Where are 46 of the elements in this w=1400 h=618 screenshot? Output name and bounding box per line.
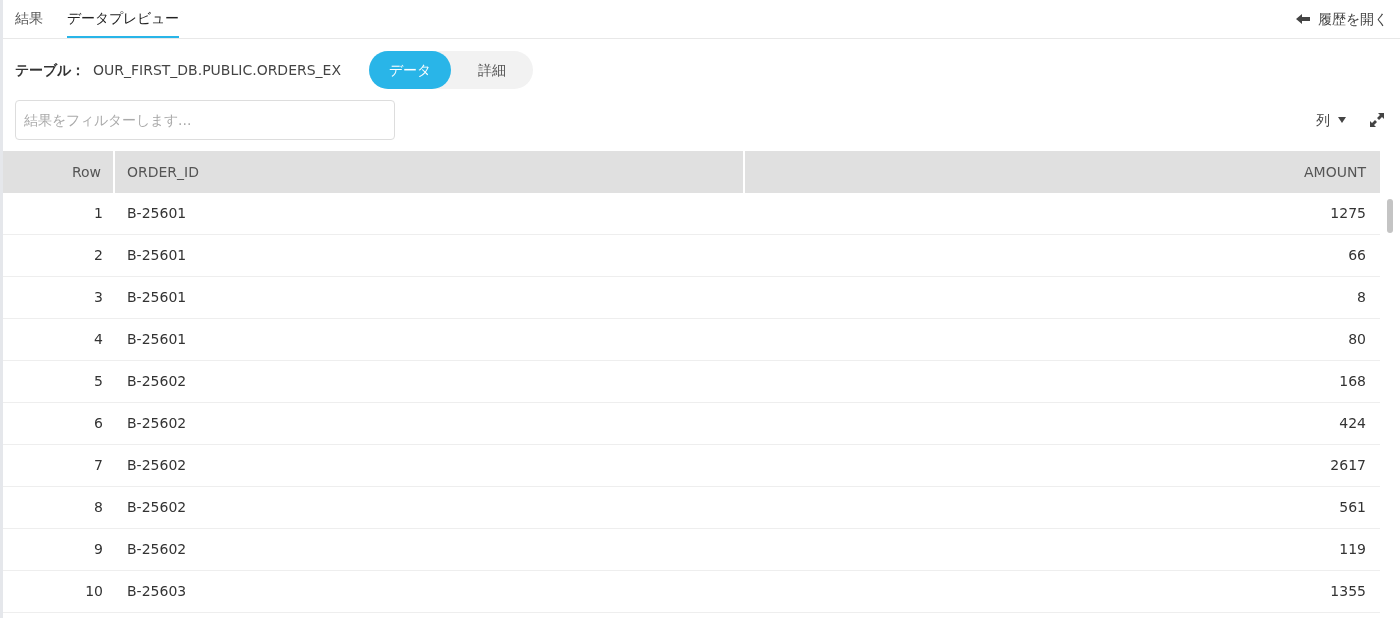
row-number: 9	[93, 540, 104, 559]
row-number: 4	[93, 330, 104, 349]
expand-button[interactable]	[1370, 113, 1384, 127]
filter-field[interactable]: 結果をフィルターします...	[15, 100, 395, 140]
table-label: テーブル：	[15, 60, 85, 80]
column-header: AMOUNT	[1303, 162, 1367, 182]
table-cell-text: B-25601	[126, 288, 188, 307]
table-cell-text: B-25602	[126, 456, 188, 475]
column-header: Row	[3, 151, 115, 193]
table-cell-text: 2617	[1329, 456, 1367, 475]
row-number: 7	[93, 456, 104, 475]
arrow-left-icon	[1296, 14, 1310, 24]
table-cell-text: B-25602	[126, 540, 188, 559]
table-cell-text: B-25602	[126, 498, 188, 517]
toggle-option[interactable]: 詳細	[451, 51, 534, 89]
table-cell-text: 168	[1338, 372, 1367, 391]
row-number: 8	[93, 498, 104, 517]
tab[interactable]: 結果	[15, 4, 43, 38]
columns-button[interactable]: 列	[1316, 109, 1346, 131]
caret-icon	[1338, 117, 1346, 123]
scrollbar-thumb[interactable]	[1387, 199, 1393, 233]
row-number: 3	[93, 288, 104, 307]
table-cell-text: B-25601	[126, 246, 188, 265]
table-cell-text: B-25602	[126, 414, 188, 433]
table-cell-text: 561	[1338, 498, 1367, 517]
table-cell-text: 1355	[1329, 582, 1367, 601]
table-cell-text: 66	[1347, 246, 1367, 265]
row-number: 2	[93, 246, 104, 265]
table-cell-text: B-25601	[126, 330, 188, 349]
table-cell-text: 119	[1338, 540, 1367, 559]
table-cell-text: B-25602	[126, 372, 188, 391]
table-cell-text: 1275	[1329, 204, 1367, 223]
row-number: 10	[84, 582, 104, 601]
table-cell-text: 424	[1338, 414, 1367, 433]
tab[interactable]: データプレビュー	[67, 4, 179, 38]
table-cell-text: 80	[1347, 330, 1367, 349]
row-number: 5	[93, 372, 104, 391]
table-name: OUR_FIRST_DB.PUBLIC.ORDERS_EX	[93, 60, 342, 80]
table-cell-text: B-25601	[126, 204, 188, 223]
row-number: 6	[93, 414, 104, 433]
column-header: ORDER_ID	[115, 151, 745, 193]
expand-icon	[1370, 113, 1384, 127]
row-number: 1	[93, 204, 104, 223]
open-history-button[interactable]: 履歴を開く	[1296, 8, 1388, 30]
table-cell-text: B-25603	[126, 582, 188, 601]
table-cell-text: 8	[1356, 288, 1367, 307]
